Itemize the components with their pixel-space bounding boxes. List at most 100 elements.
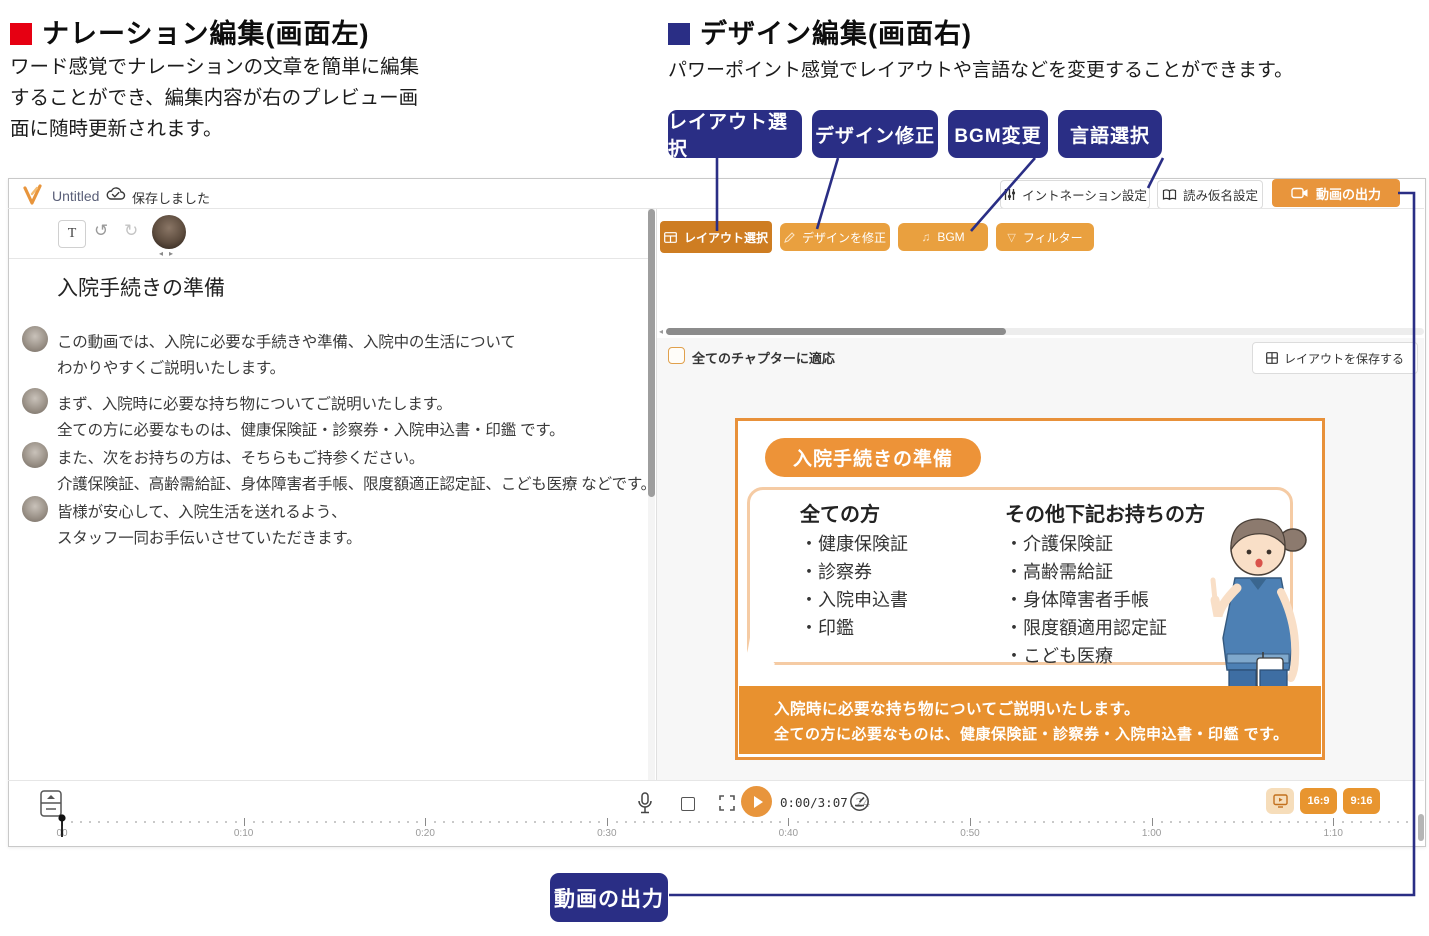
reading-kana-settings-button[interactable]: 読み仮名設定: [1157, 180, 1263, 209]
timeline-minor-tick: [661, 821, 663, 823]
design-scrollbar-thumb[interactable]: [666, 328, 1006, 335]
timeline-minor-tick: [689, 821, 691, 823]
timeline-ruler[interactable]: 000:100:200:300:400:501:001:10: [0, 815, 1429, 843]
narration-line[interactable]: 全ての方に必要なものは、健康保険証・診察券・入院申込書・印鑑 です。: [57, 418, 564, 440]
avatar-switch-arrows[interactable]: ◂▸: [150, 249, 188, 258]
timeline-minor-tick: [343, 821, 345, 823]
narration-line[interactable]: 介護保険証、高齢需給証、身体障害者手帳、限度額適正認定証、こども医療 などです。: [57, 472, 656, 494]
project-title[interactable]: Untitled: [52, 188, 99, 204]
timeline-minor-tick: [1379, 821, 1381, 823]
app-logo-icon[interactable]: [22, 184, 44, 206]
slide-list-item[interactable]: ・健康保険証: [800, 530, 908, 558]
narration-line[interactable]: 皆様が安心して、入院生活を送れるよう、: [57, 500, 346, 522]
bgm-button[interactable]: ♫ BGM: [898, 223, 988, 251]
play-button[interactable]: [741, 786, 772, 817]
timeline-minor-tick: [580, 821, 582, 823]
timeline-minor-tick: [126, 821, 128, 823]
chapter-title[interactable]: 入院手続きの準備: [57, 272, 225, 302]
filter-button[interactable]: ▽ フィルター: [996, 223, 1094, 251]
timeline-tick-label: 0:10: [234, 828, 253, 839]
slide-list-item[interactable]: ・高齢需給証: [1005, 558, 1113, 586]
slide-list-item[interactable]: ・介護保険証: [1005, 530, 1113, 558]
timeline-minor-tick: [1106, 821, 1108, 823]
timeline-minor-tick: [80, 821, 82, 823]
slide-list-item[interactable]: ・診察券: [800, 558, 872, 586]
timeline-minor-tick: [1242, 821, 1244, 823]
timeline-minor-tick: [144, 821, 146, 823]
timeline-minor-tick: [843, 821, 845, 823]
paragraph-avatar[interactable]: [22, 442, 48, 468]
text-tool-button[interactable]: T: [58, 220, 86, 248]
intonation-icon: [1003, 188, 1016, 201]
paragraph-avatar[interactable]: [22, 388, 48, 414]
narration-line[interactable]: まず、入院時に必要な持ち物についてご説明いたします。: [57, 392, 452, 414]
slide-title-badge[interactable]: 入院手続きの準備: [765, 438, 981, 477]
pencil-icon: [784, 232, 795, 243]
timeline-minor-tick: [825, 821, 827, 823]
avatar-panel-toggle-icon[interactable]: [40, 790, 62, 817]
left-desc-line3: 面に随時更新されます。: [10, 114, 419, 145]
slide-col1-header[interactable]: 全ての方: [800, 498, 880, 527]
narration-line[interactable]: また、次をお持ちの方は、そちらもご持参ください。: [57, 446, 424, 468]
timeline-scrollbar-thumb[interactable]: [1418, 814, 1424, 841]
timeline-playhead[interactable]: [57, 814, 67, 838]
timeline-minor-tick: [180, 821, 182, 823]
timeline-minor-tick: [1306, 821, 1308, 823]
timeline-minor-tick: [1143, 821, 1145, 823]
timeline-minor-tick: [1024, 821, 1026, 823]
timeline-minor-tick: [1224, 821, 1226, 823]
narrator-avatar[interactable]: [152, 215, 186, 249]
fullscreen-icon[interactable]: [719, 795, 735, 811]
timeline-minor-tick: [888, 821, 890, 823]
redo-icon[interactable]: ↻: [124, 221, 138, 241]
prev-arrow-icon[interactable]: ◂: [159, 249, 169, 258]
timeline-minor-tick: [71, 821, 73, 823]
layout-select-button[interactable]: レイアウト選択: [660, 221, 772, 253]
timeline-tick-label: 1:10: [1323, 828, 1342, 839]
timeline-minor-tick: [797, 821, 799, 823]
undo-icon[interactable]: ↺: [94, 221, 108, 241]
timeline-minor-tick: [925, 821, 927, 823]
slide-list-item[interactable]: ・入院申込書: [800, 586, 908, 614]
timeline-minor-tick: [725, 821, 727, 823]
save-layout-button[interactable]: レイアウトを保存する: [1252, 342, 1418, 374]
timeline-minor-tick: [271, 821, 273, 823]
timeline-minor-tick: [307, 821, 309, 823]
design-fix-button[interactable]: デザインを修正: [780, 223, 890, 251]
timeline-major-tick: [425, 818, 426, 826]
narration-line[interactable]: わかりやすくご説明いたします。: [57, 356, 285, 378]
stop-button[interactable]: [681, 797, 695, 811]
timeline-minor-tick: [280, 821, 282, 823]
intonation-settings-button[interactable]: イントネーション設定: [1000, 180, 1150, 209]
slide-list-item[interactable]: ・身体障害者手帳: [1005, 586, 1149, 614]
right-section-heading: デザイン編集(画面右): [668, 12, 972, 51]
left-section-description: ワード感覚でナレーションの文章を簡単に編集 することができ、編集内容が右のプレビ…: [10, 52, 419, 145]
timeline-minor-tick: [1161, 821, 1163, 823]
timeline-major-tick: [1333, 818, 1334, 826]
timeline-minor-tick: [362, 821, 364, 823]
slide-list-item[interactable]: ・限度額適用認定証: [1005, 614, 1167, 642]
paragraph-avatar[interactable]: [22, 496, 48, 522]
apply-all-chapters-checkbox[interactable]: [668, 347, 685, 364]
slide-list-item[interactable]: ・こども医療: [1005, 642, 1113, 670]
scroll-left-arrow-icon[interactable]: ◂: [659, 327, 663, 336]
slide-list-item[interactable]: ・印鑑: [800, 614, 854, 642]
timeline-minor-tick: [916, 821, 918, 823]
timeline-minor-tick: [652, 821, 654, 823]
slide-col2-header[interactable]: その他下記お持ちの方: [1005, 498, 1205, 527]
narration-line[interactable]: スタッフ一同お手伝いさせていただきます。: [57, 526, 361, 548]
paragraph-avatar[interactable]: [22, 326, 48, 352]
export-video-button[interactable]: 動画の出力: [1272, 179, 1400, 207]
editor-scrollbar-thumb[interactable]: [648, 209, 655, 497]
microphone-icon[interactable]: [637, 792, 653, 815]
timeline-minor-tick: [298, 821, 300, 823]
preview-mode-button[interactable]: [1266, 788, 1294, 814]
next-arrow-icon[interactable]: ▸: [169, 249, 179, 258]
editor-toolbar-divider: [9, 258, 650, 259]
ratio-16-9-button[interactable]: 16:9: [1300, 788, 1337, 814]
playback-speed-icon[interactable]: [849, 791, 870, 812]
timeline-minor-tick: [434, 821, 436, 823]
ratio-9-16-button[interactable]: 9:16: [1343, 788, 1380, 814]
narration-line[interactable]: この動画では、入院に必要な手続きや準備、入院中の生活について: [57, 330, 516, 352]
slide-subtitle-bar[interactable]: 入院時に必要な持ち物についてご説明いたします。 全ての方に必要なものは、健康保険…: [739, 686, 1321, 754]
